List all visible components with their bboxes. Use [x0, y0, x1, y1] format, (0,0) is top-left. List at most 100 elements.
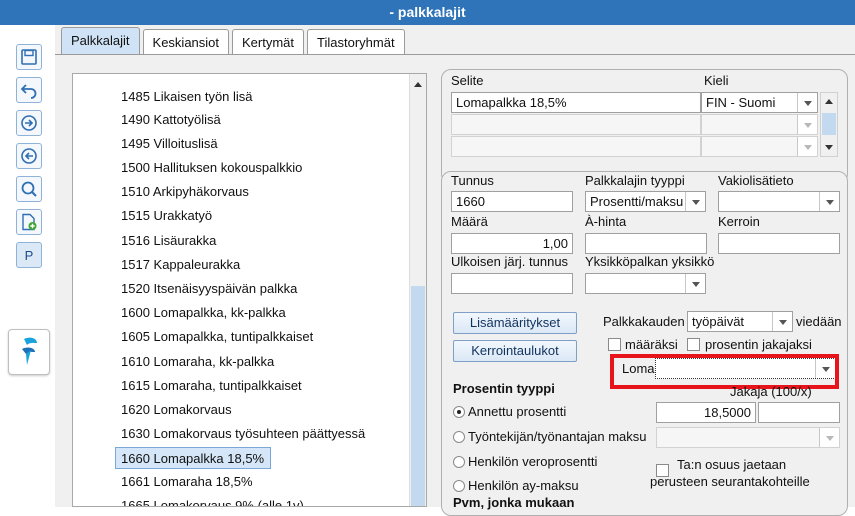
- selite-label: Selite: [451, 73, 484, 88]
- save-icon: [21, 49, 37, 65]
- annettu-radio[interactable]: [453, 406, 465, 418]
- ay-label: Henkilön ay-maksu: [468, 478, 579, 493]
- tyontekijan-select[interactable]: [656, 427, 840, 448]
- list-item[interactable]: 1517 Kappaleurakka: [121, 254, 240, 276]
- kieli-select-3[interactable]: [701, 136, 818, 157]
- selite-field[interactable]: Lomapalkka 18,5%: [451, 92, 701, 113]
- list-item[interactable]: 1610 Lomaraha, kk-palkka: [121, 351, 274, 373]
- window-title: - palkkalajit: [0, 0, 855, 25]
- tyopaivat-select[interactable]: työpäivät: [687, 311, 793, 332]
- selite-field-3[interactable]: [451, 136, 701, 157]
- palkkakauden-label: Palkkakauden: [603, 314, 685, 329]
- list-item[interactable]: 1485 Likaisen työn lisä: [121, 86, 253, 108]
- list-item[interactable]: 1516 Lisäurakka: [121, 230, 216, 252]
- side-toolbar: P: [0, 25, 55, 507]
- list-item[interactable]: 1600 Lomapalkka, kk-palkka: [121, 302, 286, 324]
- arrow-left-circle-icon: [21, 148, 37, 164]
- list-item[interactable]: 1605 Lomapalkka, tuntipalkkaiset: [121, 326, 313, 348]
- list-item-selected[interactable]: 1660 Lomapalkka 18,5%: [115, 447, 271, 469]
- list-item[interactable]: 1665 Lomakorvaus 9% (alle 1v): [121, 495, 304, 506]
- scroll-thumb[interactable]: [411, 286, 425, 506]
- veroprosentti-label: Henkilön veroprosentti: [468, 454, 598, 469]
- wage-type-list[interactable]: 1485 Likaisen työn lisä 1490 Kattotyölis…: [72, 73, 427, 507]
- save-button[interactable]: [16, 44, 42, 70]
- vakio-label: Vakiolisätieto: [718, 173, 794, 188]
- vakio-select[interactable]: [718, 191, 840, 212]
- lisamaaritykset-button[interactable]: Lisämääritykset: [453, 312, 577, 334]
- kerroin-field[interactable]: [718, 233, 840, 254]
- list-item[interactable]: 1510 Arkipyhäkorvaus: [121, 181, 249, 203]
- chevron-down-icon[interactable]: [797, 115, 817, 134]
- next-button[interactable]: [16, 110, 42, 136]
- tyyppi-label: Palkkalajin tyyppi: [585, 173, 685, 188]
- tyopaivat-value: työpäivät: [692, 314, 745, 329]
- search-button[interactable]: [16, 176, 42, 202]
- kieli-select[interactable]: FIN - Suomi: [701, 92, 818, 113]
- list-item[interactable]: 1661 Lomaraha 18,5%: [121, 471, 253, 493]
- jakaja-field[interactable]: [758, 402, 840, 423]
- language-scrollbar[interactable]: [820, 92, 838, 157]
- tab-tilastoryhmat[interactable]: Tilastoryhmät: [307, 29, 405, 55]
- new-document-button[interactable]: [16, 209, 42, 235]
- tunnus-field[interactable]: 1660: [451, 191, 573, 212]
- undo-icon: [20, 84, 37, 99]
- ahinta-field[interactable]: [585, 233, 707, 254]
- scroll-thumb[interactable]: [822, 113, 836, 135]
- chevron-down-icon[interactable]: [819, 192, 839, 211]
- veroprosentti-radio[interactable]: [453, 456, 465, 468]
- chevron-down-icon[interactable]: [772, 312, 792, 331]
- tan-osuus-label: Ta:n osuus jaetaan: [677, 457, 787, 472]
- tyontekijan-label: Työntekijän/työnantajan maksu: [468, 429, 647, 444]
- arrow-right-circle-icon: [21, 115, 37, 131]
- tyyppi-value: Prosentti/maksu: [590, 194, 684, 209]
- yksikko-select[interactable]: [585, 273, 706, 294]
- tab-bar: Palkkalajit Keskiansiot Kertymät Tilasto…: [61, 27, 408, 55]
- list-item[interactable]: 1615 Lomaraha, tuntipalkkaiset: [121, 375, 302, 397]
- main-content: Palkkalajit Keskiansiot Kertymät Tilasto…: [55, 25, 855, 516]
- perusteen-label: perusteen seurantakohteille: [650, 474, 810, 489]
- annettu-field[interactable]: 18,5000: [656, 402, 756, 423]
- jakaja-label: Jakaja (100/x): [730, 384, 812, 399]
- ay-radio[interactable]: [453, 480, 465, 492]
- chevron-down-icon[interactable]: [797, 93, 817, 112]
- tab-keskiansiot[interactable]: Keskiansiot: [142, 29, 230, 55]
- chevron-down-icon[interactable]: [685, 274, 705, 293]
- list-item[interactable]: 1490 Kattotyölisä: [121, 109, 221, 131]
- scroll-up-icon[interactable]: [414, 82, 422, 87]
- maara-field[interactable]: 1,00: [451, 233, 573, 254]
- previous-button[interactable]: [16, 143, 42, 169]
- app-logo-button[interactable]: [8, 329, 50, 375]
- ulkoinen-field[interactable]: [451, 273, 573, 294]
- tab-palkkalajit[interactable]: Palkkalajit: [61, 27, 140, 55]
- viedaan-label: viedään: [796, 314, 842, 329]
- undo-button[interactable]: [16, 77, 42, 103]
- list-item[interactable]: 1630 Lomakorvaus työsuhteen päättyessä: [121, 423, 365, 445]
- pvm-label: Pvm, jonka mukaan: [453, 495, 575, 510]
- tyontekijan-radio[interactable]: [453, 431, 465, 443]
- tab-kertymat[interactable]: Kertymät: [232, 29, 305, 55]
- kerrointaulukot-button[interactable]: Kerrointaulukot: [453, 340, 577, 362]
- maaraksi-checkbox[interactable]: [608, 338, 621, 351]
- kieli-select-2[interactable]: [701, 114, 818, 135]
- annettu-label: Annettu prosentti: [468, 404, 567, 419]
- list-item[interactable]: 1495 Villoituslisä: [121, 133, 218, 155]
- chevron-down-icon[interactable]: [819, 428, 839, 447]
- scroll-down-icon[interactable]: [825, 145, 833, 150]
- tyyppi-select[interactable]: Prosentti/maksu: [585, 191, 706, 212]
- list-item[interactable]: 1520 Itsenäisyyspäivän palkka: [121, 278, 297, 300]
- selite-field-2[interactable]: [451, 114, 701, 135]
- list-item[interactable]: 1500 Hallituksen kokouspalkkio: [121, 157, 302, 179]
- scroll-up-icon[interactable]: [825, 99, 833, 104]
- search-icon: [21, 181, 37, 197]
- kieli-label: Kieli: [704, 73, 729, 88]
- prosentin-tyyppi-heading: Prosentin tyyppi: [453, 381, 555, 396]
- prosentin-jakajaksi-checkbox[interactable]: [687, 338, 700, 351]
- list-scrollbar[interactable]: [409, 74, 426, 506]
- chevron-down-icon[interactable]: [685, 192, 705, 211]
- list-item[interactable]: 1515 Urakkatyö: [121, 205, 212, 227]
- kerroin-label: Kerroin: [718, 214, 760, 229]
- list-item[interactable]: 1620 Lomakorvaus: [121, 399, 232, 421]
- chevron-down-icon[interactable]: [797, 137, 817, 156]
- ulkoinen-label: Ulkoisen järj. tunnus: [451, 254, 569, 269]
- p-button[interactable]: P: [16, 242, 42, 268]
